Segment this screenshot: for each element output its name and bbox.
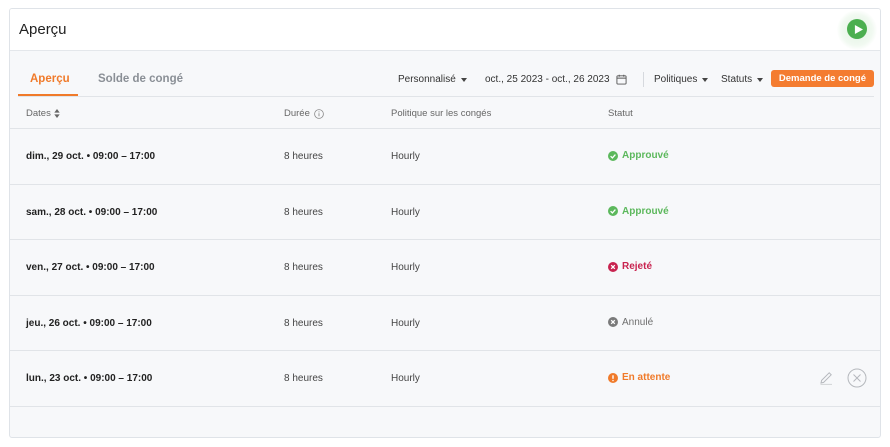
tab-solde-de-conge[interactable]: Solde de congé xyxy=(89,73,183,85)
range-preset-dropdown[interactable]: Personnalisé xyxy=(398,74,467,85)
status-badge: Rejeté xyxy=(608,261,652,272)
table-row: sam., 28 oct. • 09:00 – 17:00 8 heures H… xyxy=(10,185,880,241)
caret-down-icon xyxy=(757,77,764,82)
row-date: ven., 27 oct. • 09:00 – 17:00 xyxy=(26,262,155,274)
column-dates-header[interactable]: Dates xyxy=(26,108,60,119)
play-icon xyxy=(854,24,863,34)
sort-icon xyxy=(54,109,60,118)
status-badge: En attente xyxy=(608,372,670,383)
row-date: lun., 23 oct. • 09:00 – 17:00 xyxy=(26,373,153,385)
row-policy: Hourly xyxy=(391,373,420,385)
check-circle-icon xyxy=(608,150,618,161)
row-date: jeu., 26 oct. • 09:00 – 17:00 xyxy=(26,317,152,329)
x-circle-icon xyxy=(608,261,618,272)
date-range-picker[interactable]: oct., 25 2023 - oct., 26 2023 xyxy=(485,74,627,85)
status-badge: Approuvé xyxy=(608,206,669,217)
row-policy: Hourly xyxy=(391,262,420,274)
row-duration: 8 heures xyxy=(284,262,323,274)
x-circle-icon xyxy=(608,317,618,328)
caret-down-icon xyxy=(702,77,709,82)
active-tab-indicator xyxy=(18,94,78,96)
row-policy: Hourly xyxy=(391,151,420,162)
table-row: lun., 23 oct. • 09:00 – 17:00 8 heures H… xyxy=(10,351,880,407)
info-icon[interactable] xyxy=(314,108,324,119)
row-policy: Hourly xyxy=(391,317,420,329)
leave-table: Dates Durée Politique sur les congés Sta… xyxy=(10,98,880,407)
request-leave-button[interactable]: Demande de congé xyxy=(770,70,874,87)
table-row: ven., 27 oct. • 09:00 – 17:00 8 heures H… xyxy=(10,240,880,296)
tab-solde-label: Solde de congé xyxy=(98,73,183,85)
exclamation-circle-icon xyxy=(608,372,618,383)
column-status-header: Statut xyxy=(608,108,633,119)
row-duration: 8 heures xyxy=(284,373,323,385)
row-date: dim., 29 oct. • 09:00 – 17:00 xyxy=(26,151,156,162)
column-duree-label: Durée xyxy=(284,108,310,119)
tabs-bar: Aperçu Solde de congé Personnalisé oct.,… xyxy=(18,51,874,97)
status-label: Approuvé xyxy=(622,205,669,217)
column-duree-header: Durée xyxy=(284,108,324,119)
close-circle-icon[interactable] xyxy=(847,368,867,388)
column-dates-label: Dates xyxy=(26,108,51,119)
statuses-label: Statuts xyxy=(721,74,753,85)
status-label: Rejeté xyxy=(622,261,653,273)
status-label: Annulé xyxy=(622,316,654,328)
row-policy: Hourly xyxy=(391,206,420,218)
row-duration: 8 heures xyxy=(284,151,323,162)
column-policy-label: Politique sur les congés xyxy=(391,108,492,119)
row-actions xyxy=(818,368,867,388)
top-bar: Aperçu xyxy=(10,9,880,51)
play-button[interactable] xyxy=(847,19,867,39)
status-label: Approuvé xyxy=(622,150,669,161)
table-header: Dates Durée Politique sur les congés Sta… xyxy=(10,98,880,129)
range-preset-label: Personnalisé xyxy=(398,74,456,85)
table-row: dim., 29 oct. • 09:00 – 17:00 8 heures H… xyxy=(10,129,880,185)
status-label: En attente xyxy=(622,372,671,384)
status-badge: Approuvé xyxy=(608,150,669,161)
filter-divider xyxy=(643,72,644,87)
column-status-label: Statut xyxy=(608,108,633,119)
pencil-icon[interactable] xyxy=(818,370,834,386)
tab-apercu-label: Aperçu xyxy=(30,73,70,85)
status-badge: Annulé xyxy=(608,317,653,328)
calendar-icon xyxy=(615,74,627,85)
row-duration: 8 heures xyxy=(284,317,323,329)
tab-apercu[interactable]: Aperçu xyxy=(18,73,70,85)
policies-label: Politiques xyxy=(654,74,698,85)
policies-dropdown[interactable]: Politiques xyxy=(654,74,709,85)
row-date: sam., 28 oct. • 09:00 – 17:00 xyxy=(26,206,158,218)
date-range-label: oct., 25 2023 - oct., 26 2023 xyxy=(485,74,610,85)
caret-down-icon xyxy=(460,77,467,82)
statuses-dropdown[interactable]: Statuts xyxy=(721,74,764,85)
check-circle-icon xyxy=(608,206,618,217)
table-row: jeu., 26 oct. • 09:00 – 17:00 8 heures H… xyxy=(10,296,880,352)
page-title: Aperçu xyxy=(19,21,67,38)
row-duration: 8 heures xyxy=(284,206,323,218)
column-policy-header: Politique sur les congés xyxy=(391,108,491,119)
app-window: Aperçu Aperçu Solde de congé Personnalis… xyxy=(9,8,881,438)
